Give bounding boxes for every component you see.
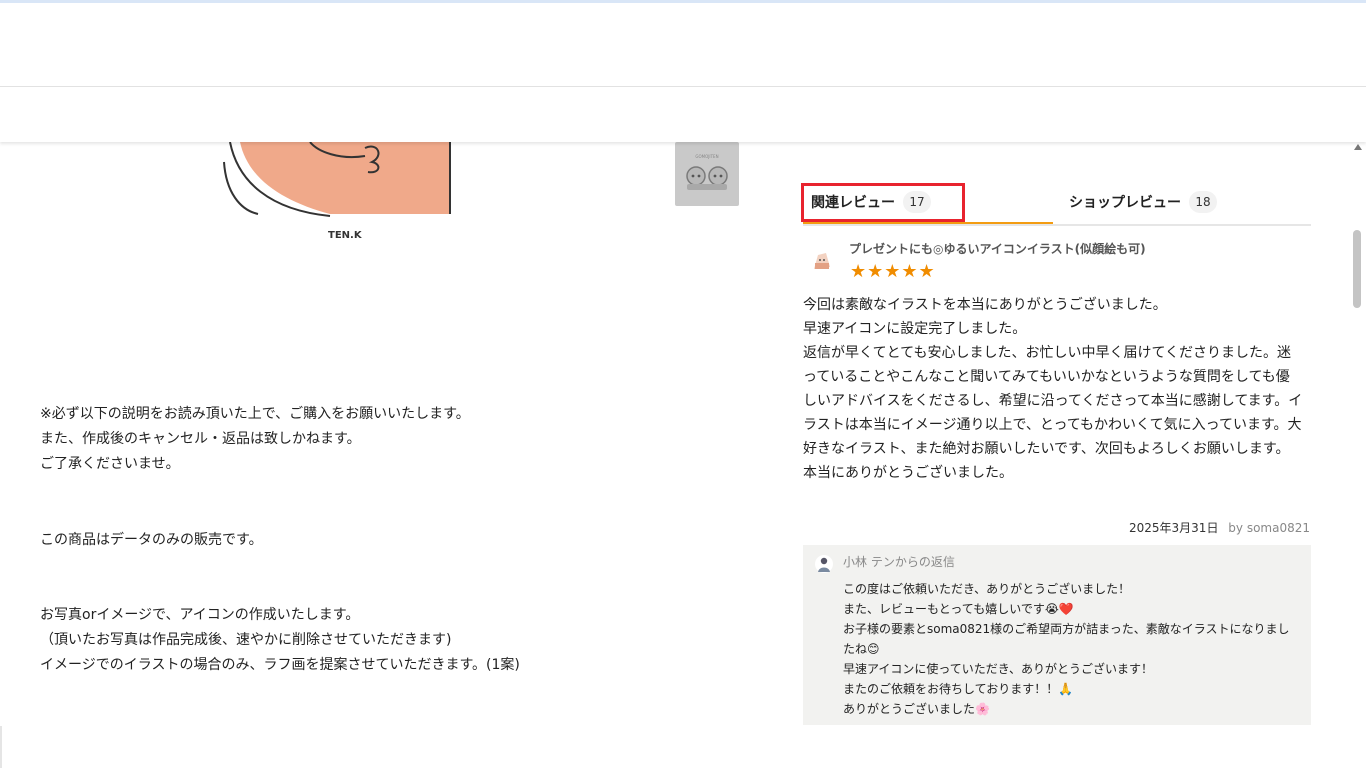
tab-shop-reviews[interactable]: ショップレビュー 18 (1069, 182, 1311, 222)
description-line: ※必ず以下の説明をお読み頂いた上で、ご購入をお願いいたします。 (40, 406, 470, 422)
reply-line: お子様の要素とsoma0821様のご希望両方が詰まった、素敵なイラストになりまし… (843, 622, 1290, 656)
seller-avatar-icon (815, 555, 833, 573)
review-product-title[interactable]: プレゼントにも◎ゆるいアイコンイラスト(似顔絵も可) (849, 240, 1146, 257)
reply-body: この度はご依頼いただき、ありがとうございました！ また、レビューもとっても嬉しい… (843, 579, 1298, 719)
review-line: 今回は素敵なイラストを本当にありがとうございました。 (803, 297, 1167, 313)
highlight-box (801, 183, 965, 222)
thumbnail-logo-icon: GOMOJITEN (686, 154, 728, 190)
product-image[interactable]: TEN.K (200, 141, 470, 252)
scroll-thumb[interactable] (1353, 230, 1361, 308)
rating-stars: ★★★★★ (850, 261, 936, 282)
reply-line: 早速アイコンに使っていただき、ありがとうございます！ (843, 662, 1153, 676)
seller-avatar (815, 555, 833, 573)
tab-shop-label: ショップレビュー (1069, 195, 1181, 211)
reply-line: また、レビューもとっても嬉しいです😭❤️ (843, 602, 1074, 616)
description-line: この商品はデータのみの販売です。 (40, 532, 263, 548)
description-line: お写真orイメージで、アイコンの作成いたします。 (40, 607, 360, 623)
reply-header: 小林 テンからの返信 (843, 555, 955, 569)
signature-text: TEN.K (328, 230, 363, 241)
reply-line: またのご依頼をお待ちしております！！🙏 (843, 682, 1074, 696)
review-line: 返信が早くてとても安心しました、お忙しい中早く届けてくださりました。迷っているこ… (803, 345, 1303, 457)
sticky-subheader (0, 87, 1366, 142)
review-body: 今回は素敵なイラストを本当にありがとうございました。 早速アイコンに設定完了しま… (803, 293, 1303, 485)
illustration-icon: TEN.K (223, 141, 451, 241)
reply-line: ありがとうございました🌸 (843, 702, 990, 716)
thumbnail-logo-text: GOMOJITEN (695, 154, 718, 159)
reply-line: この度はご依頼いただき、ありがとうございました！ (843, 582, 1131, 596)
description-line: （頂いたお写真は作品完成後、速やかに削除させていただきます) (40, 632, 452, 648)
description-line: ご了承くださいませ。 (40, 456, 180, 472)
review-line: 早速アイコンに設定完了しました。 (803, 321, 1027, 337)
shop-count-badge: 18 (1189, 191, 1217, 213)
reviewer-avatar (808, 247, 836, 275)
scroll-up-arrow-icon[interactable] (1354, 144, 1362, 150)
description-line: また、作成後のキャンセル・返品は致しかねます。 (40, 431, 361, 447)
shop-reply: 小林 テンからの返信 この度はご依頼いただき、ありがとうございました！ また、レ… (803, 545, 1311, 725)
avatar-icon (809, 248, 835, 274)
scrollbar[interactable] (1349, 142, 1366, 768)
review-line: 本当にありがとうございました。 (803, 465, 1013, 481)
description-line: イメージでのイラストの場合のみ、ラフ画を提案させていただきます。(1案) (40, 657, 520, 673)
review-date: 2025年3月31日 (1129, 521, 1219, 535)
product-thumbnail[interactable]: GOMOJITEN (675, 142, 739, 206)
review-meta: 2025年3月31日 by soma0821 (1129, 519, 1310, 536)
bottom-edge (0, 726, 2, 768)
product-description: ※必ず以下の説明をお読み頂いた上で、ご購入をお願いいたします。 また、作成後のキ… (40, 402, 740, 678)
site-header (0, 3, 1366, 87)
review-author: by soma0821 (1228, 521, 1310, 535)
